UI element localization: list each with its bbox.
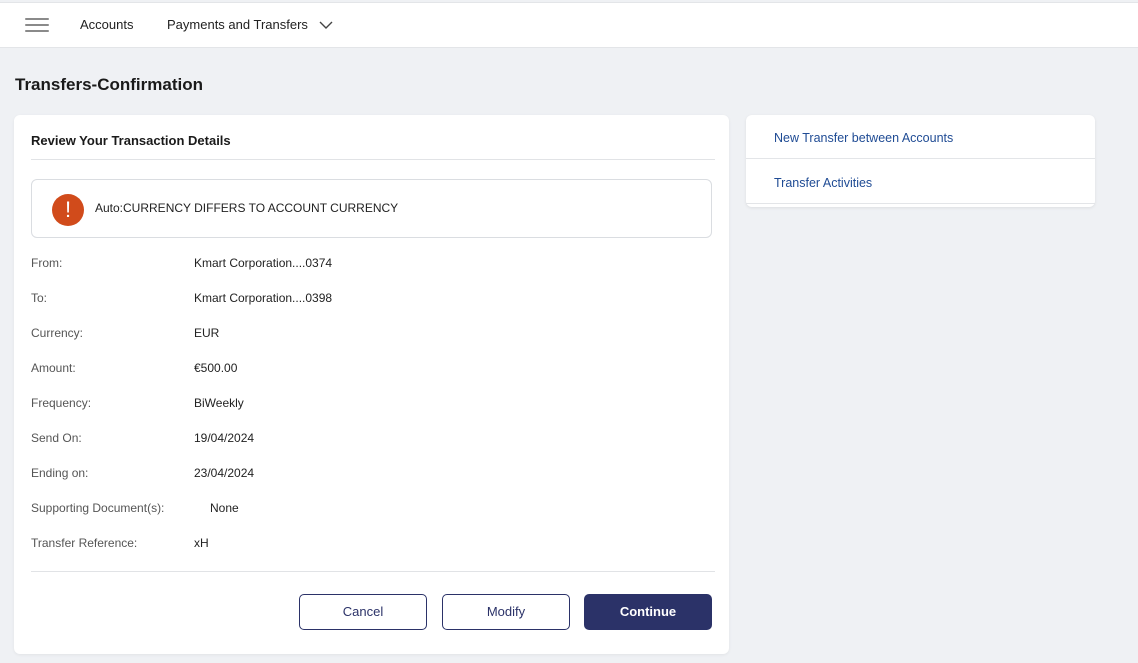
detail-value: Kmart Corporation....0374 [194, 256, 333, 270]
detail-value: BiWeekly [194, 396, 244, 410]
divider [746, 203, 1095, 204]
currency-alert: ! Auto:CURRENCY DIFFERS TO ACCOUNT CURRE… [31, 179, 712, 238]
top-navigation-bar: Accounts Payments and Transfers [0, 2, 1138, 48]
cancel-button[interactable]: Cancel [299, 594, 427, 630]
transfer-activities-link[interactable]: Transfer Activities [774, 176, 872, 190]
detail-row-ending-on: Ending on: 23/04/2024 [31, 464, 711, 484]
detail-row-frequency: Frequency: BiWeekly [31, 394, 711, 414]
modify-button[interactable]: Modify [442, 594, 570, 630]
detail-row-from: From: Kmart Corporation....0374 [31, 254, 711, 274]
exclamation-icon: ! [52, 194, 84, 226]
detail-value: 19/04/2024 [194, 431, 255, 445]
chevron-down-icon[interactable] [318, 19, 334, 31]
side-links-card: New Transfer between Accounts Transfer A… [746, 115, 1095, 207]
detail-label: From: [31, 256, 63, 270]
detail-row-send-on: Send On: 19/04/2024 [31, 429, 711, 449]
detail-value: €500.00 [194, 361, 238, 375]
detail-label: Frequency: [31, 396, 92, 410]
detail-value: Kmart Corporation....0398 [194, 291, 333, 305]
detail-label: Ending on: [31, 466, 89, 480]
detail-value: None [210, 501, 239, 515]
detail-row-amount: Amount: €500.00 [31, 359, 711, 379]
detail-value: xH [194, 536, 209, 550]
review-card: Review Your Transaction Details ! Auto:C… [14, 115, 729, 654]
divider [31, 159, 715, 160]
detail-label: To: [31, 291, 48, 305]
detail-label: Supporting Document(s): [31, 501, 165, 515]
divider [746, 158, 1095, 159]
review-card-title: Review Your Transaction Details [31, 133, 231, 148]
nav-item-accounts[interactable]: Accounts [80, 17, 133, 32]
page-title: Transfers-Confirmation [15, 75, 203, 94]
detail-label: Currency: [31, 326, 84, 340]
nav-item-payments-and-transfers[interactable]: Payments and Transfers [167, 17, 308, 32]
detail-value: 23/04/2024 [194, 466, 255, 480]
detail-label: Amount: [31, 361, 76, 375]
detail-row-currency: Currency: EUR [31, 324, 711, 344]
divider [31, 571, 715, 572]
continue-button[interactable]: Continue [584, 594, 712, 630]
new-transfer-link[interactable]: New Transfer between Accounts [774, 131, 953, 145]
detail-label: Send On: [31, 431, 82, 445]
hamburger-menu-icon[interactable] [25, 18, 49, 34]
detail-value: EUR [194, 326, 220, 340]
detail-row-to: To: Kmart Corporation....0398 [31, 289, 711, 309]
detail-row-supporting-documents: Supporting Document(s): None [31, 499, 711, 519]
detail-row-transfer-reference: Transfer Reference: xH [31, 534, 711, 554]
detail-label: Transfer Reference: [31, 536, 138, 550]
alert-message: Auto:CURRENCY DIFFERS TO ACCOUNT CURRENC… [95, 201, 399, 215]
